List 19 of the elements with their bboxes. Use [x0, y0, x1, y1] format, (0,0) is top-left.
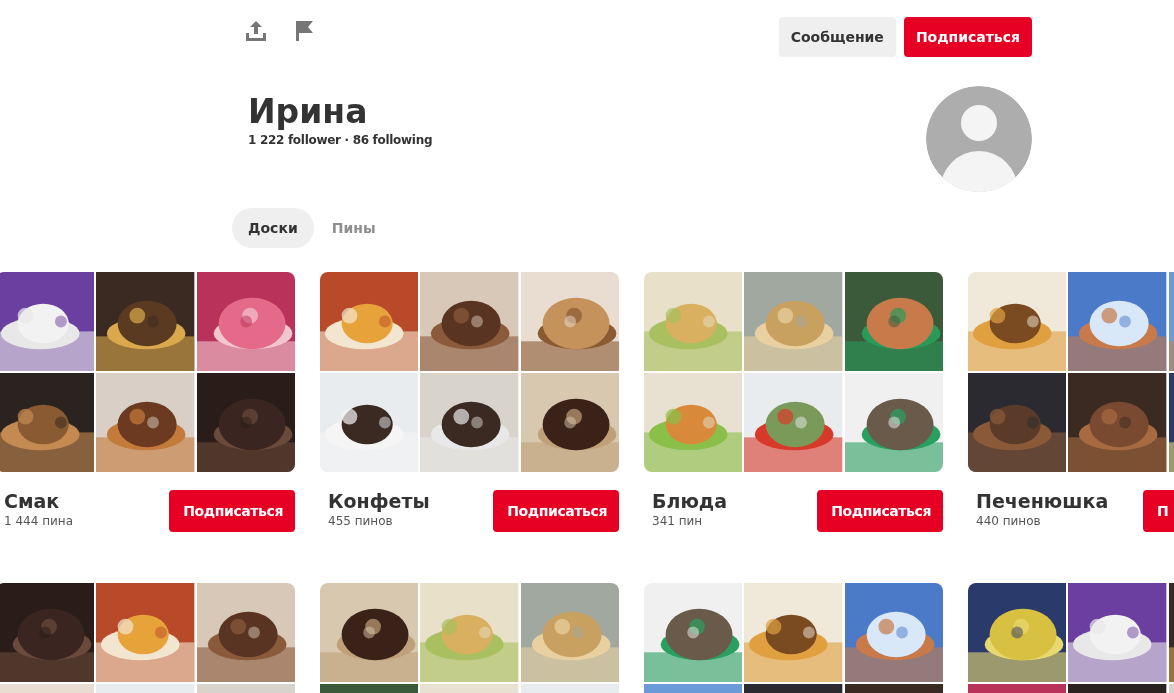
subscribe-button[interactable]: Подписаться — [493, 490, 619, 532]
board-title[interactable]: Смак — [4, 490, 73, 512]
subscribe-button[interactable]: Подписаться — [903, 17, 1032, 57]
message-button[interactable]: Сообщение — [778, 17, 896, 57]
pin-count: 341 пин — [652, 514, 704, 528]
subscribe-button[interactable]: П — [1143, 490, 1174, 532]
pin-count: 455 пинов — [328, 514, 394, 528]
tab[interactable]: Доски — [232, 208, 314, 248]
board-title[interactable]: Печенюшка — [976, 490, 1109, 512]
subscribe-button[interactable]: Подписаться — [817, 490, 943, 532]
pin-count: 440 пинов — [976, 514, 1042, 528]
board-title[interactable]: Блюда — [652, 490, 728, 512]
pin-count: 1 444 пина — [4, 514, 73, 528]
profile-name: Ирина — [247, 92, 369, 132]
subscribe-button[interactable]: Подписаться — [169, 490, 295, 532]
follower-stats: 1 222 follower · 86 following — [247, 133, 433, 147]
share-icon[interactable] — [244, 19, 268, 43]
board-title[interactable]: Конфеты — [328, 490, 430, 512]
avatar-icon — [926, 86, 1032, 192]
